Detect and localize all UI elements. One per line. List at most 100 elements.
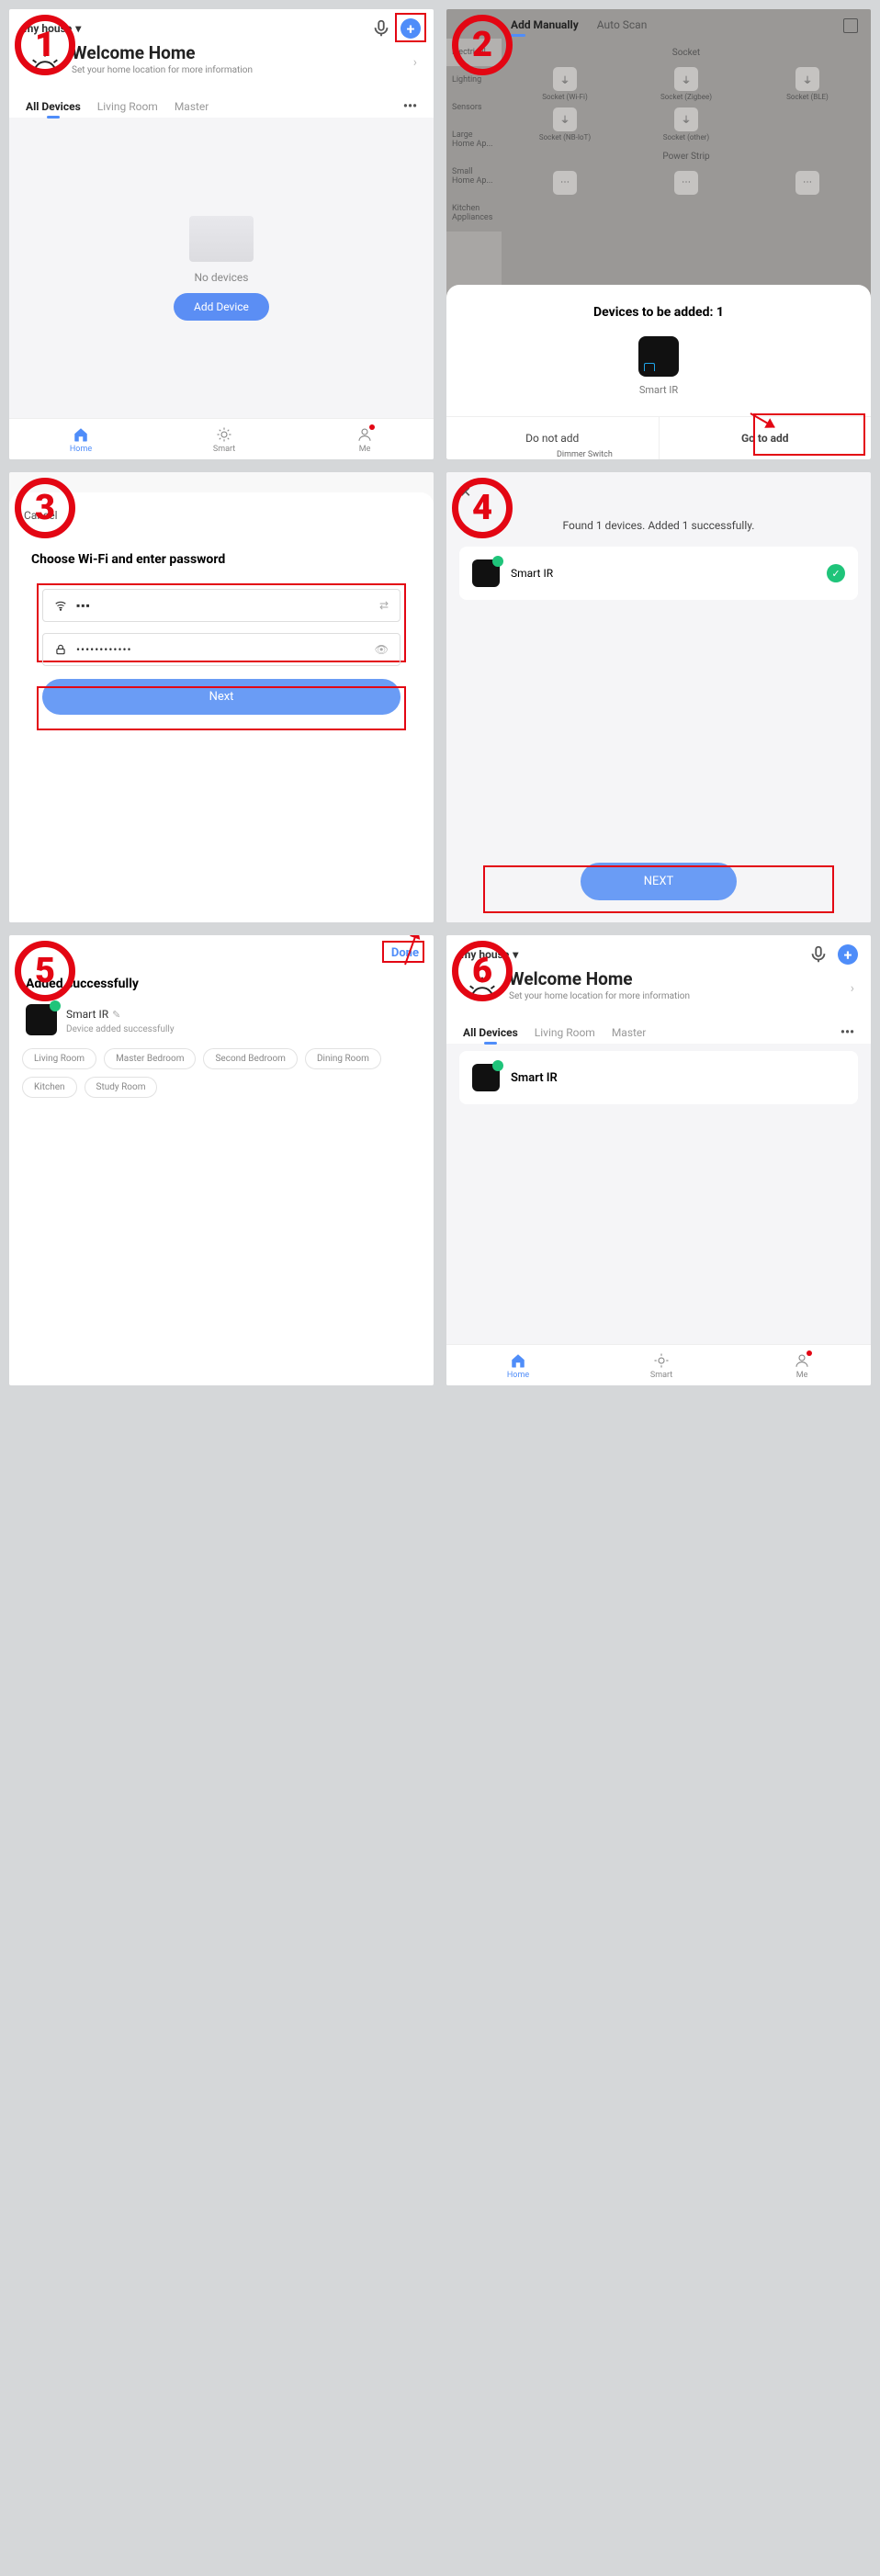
nav-home[interactable]: Home [70, 426, 92, 454]
cat-large-home[interactable]: Large Home Ap... [446, 121, 502, 158]
smart-icon [216, 426, 232, 443]
mic-icon[interactable] [808, 944, 829, 965]
welcome-title: Welcome Home [72, 42, 253, 63]
item-socket-nbiot[interactable]: ⏚Socket (NB-IoT) [507, 107, 623, 142]
more-tabs-icon[interactable]: ••• [403, 99, 417, 114]
wifi-icon [54, 599, 67, 612]
bottom-nav: Home Smart Me [9, 418, 434, 459]
item-label: Socket (BLE) [750, 94, 865, 102]
item-socket-other[interactable]: ⏚Socket (other) [628, 107, 744, 142]
strip-icon: ⋯ [674, 171, 698, 195]
more-tabs-icon[interactable]: ••• [841, 1025, 854, 1040]
no-devices-label: No devices [194, 271, 248, 284]
tab-master[interactable]: Master [175, 100, 209, 113]
tab-all-devices[interactable]: All Devices [26, 100, 81, 113]
screen-1: 1 my house ▾ + Welcome Home Set your hom… [9, 9, 434, 459]
cat-small-home[interactable]: Small Home Ap... [446, 158, 502, 195]
screen-2: 2 Add Manually Auto Scan Electrical Ligh… [446, 9, 871, 459]
chevron-down-icon: ▾ [513, 948, 518, 961]
step-badge-1: 1 [15, 15, 75, 75]
me-icon [356, 426, 373, 443]
device-name: Smart IR [511, 567, 553, 580]
mic-icon[interactable] [371, 18, 391, 39]
item-strip-3[interactable]: ⋯ [750, 171, 865, 198]
strip-icon: ⋯ [795, 171, 819, 195]
add-device-plus-button[interactable]: + [838, 944, 858, 965]
nav-home-label: Home [507, 1371, 529, 1380]
highlight-next [37, 686, 406, 730]
dimmer-label: Dimmer Switch [557, 450, 613, 459]
item-strip-1[interactable]: ⋯ [507, 171, 623, 198]
ssid-value: ▪▪▪ [76, 599, 370, 612]
step-badge-5: 5 [15, 941, 75, 1001]
device-name: Smart IR [639, 384, 678, 396]
section-power-strip: Power Strip [507, 148, 865, 165]
do-not-add-button[interactable]: Do not add [446, 417, 659, 459]
tab-living-room[interactable]: Living Room [97, 100, 158, 113]
screen-3: 3 Cancel Choose Wi-Fi and enter password… [9, 472, 434, 922]
highlight-plus [395, 13, 426, 42]
empty-state: No devices Add Device [9, 118, 434, 418]
chevron-right-icon[interactable]: › [851, 981, 854, 996]
empty-box-icon [189, 216, 254, 262]
chevron-down-icon: ▾ [75, 22, 81, 35]
cat-kitchen[interactable]: Kitchen Appliances [446, 195, 502, 232]
room-chip[interactable]: Study Room [85, 1077, 158, 1098]
tab-auto-scan[interactable]: Auto Scan [597, 18, 648, 33]
item-socket-wifi[interactable]: ⏚Socket (Wi-Fi) [507, 67, 623, 102]
wifi-title: Choose Wi-Fi and enter password [9, 536, 434, 589]
section-socket: Socket [507, 44, 865, 62]
room-chip[interactable]: Second Bedroom [203, 1048, 297, 1069]
nav-me[interactable]: Me [794, 1352, 810, 1380]
success-check-icon: ✓ [827, 564, 845, 582]
device-result-card[interactable]: Smart IR ✓ [459, 547, 858, 600]
highlight-done [382, 941, 424, 963]
device-card[interactable]: Smart IR [459, 1051, 858, 1104]
strip-icon: ⋯ [553, 171, 577, 195]
wifi-password-field[interactable]: •••••••••••• 👁 [42, 633, 401, 666]
wifi-ssid-field[interactable]: ▪▪▪ ⇄ [42, 589, 401, 622]
step-badge-4: 4 [452, 478, 513, 538]
screen-6: 6 my house ▾ + Welcome Home Set your hom… [446, 935, 871, 1385]
swap-network-icon[interactable]: ⇄ [379, 599, 389, 612]
device-added-sub: Device added successfully [66, 1024, 175, 1034]
chevron-right-icon[interactable]: › [413, 55, 417, 70]
tab-living-room[interactable]: Living Room [535, 1026, 595, 1039]
device-tabs: All Devices Living Room Master ••• [9, 92, 434, 118]
step-badge-6: 6 [452, 941, 513, 1001]
edit-icon[interactable]: ✎ [112, 1009, 120, 1021]
plug-icon: ⏚ [553, 107, 577, 131]
item-socket-zigbee[interactable]: ⏚Socket (Zigbee) [628, 67, 744, 102]
smart-icon [653, 1352, 670, 1369]
room-chip[interactable]: Kitchen [22, 1077, 77, 1098]
nav-smart-label: Smart [650, 1371, 672, 1380]
room-chip[interactable]: Living Room [22, 1048, 96, 1069]
nav-home[interactable]: Home [507, 1352, 529, 1380]
item-socket-ble[interactable]: ⏚Socket (BLE) [750, 67, 865, 102]
tab-all-devices[interactable]: All Devices [463, 1026, 518, 1039]
plug-icon: ⏚ [553, 67, 577, 91]
item-strip-2[interactable]: ⋯ [628, 171, 744, 198]
add-device-button[interactable]: Add Device [174, 293, 269, 321]
welcome-subtitle: Set your home location for more informat… [72, 65, 253, 75]
plug-icon: ⏚ [674, 107, 698, 131]
screen-5: 5 Done Added successfully Smart IR✎ Devi… [9, 935, 434, 1385]
welcome-title: Welcome Home [509, 968, 690, 989]
nav-smart[interactable]: Smart [650, 1352, 672, 1380]
room-chip[interactable]: Dining Room [305, 1048, 381, 1069]
scan-icon[interactable] [843, 18, 858, 33]
device-icon [638, 336, 679, 377]
room-chip[interactable]: Master Bedroom [104, 1048, 196, 1069]
lock-icon [54, 643, 67, 656]
nav-me[interactable]: Me [356, 426, 373, 454]
eye-icon[interactable]: 👁 [375, 643, 389, 656]
step-badge-2: 2 [452, 15, 513, 75]
highlight-next-4 [483, 865, 834, 913]
cat-sensors[interactable]: Sensors [446, 94, 502, 121]
tab-master[interactable]: Master [612, 1026, 647, 1039]
tab-add-manually[interactable]: Add Manually [511, 18, 579, 33]
nav-smart[interactable]: Smart [213, 426, 235, 454]
device-icon [472, 559, 500, 587]
step-badge-3: 3 [15, 478, 75, 538]
device-icon [472, 1064, 500, 1091]
